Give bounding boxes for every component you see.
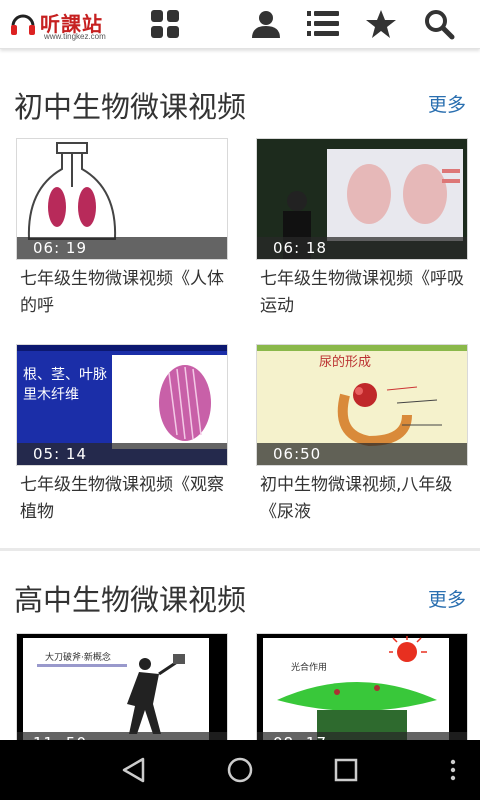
video-thumbnail[interactable]: 大刀破斧·新概念 11: 50 xyxy=(16,633,228,755)
video-thumbnail[interactable]: 06: 18 xyxy=(256,138,468,260)
back-icon[interactable] xyxy=(116,754,152,786)
duration-text: 06: 19 xyxy=(33,239,87,257)
user-icon[interactable] xyxy=(249,8,283,40)
video-thumbnail[interactable]: 光合作用 08: 17 xyxy=(256,633,468,755)
top-app-bar: 听課站 www.tingkez.com xyxy=(0,0,480,49)
duration-text: 05: 14 xyxy=(33,445,87,463)
section-junior-biology: 初中生物微课视频 更多 06: 19 七年级生物微课视频《人体的呼 06: 18… xyxy=(0,48,480,548)
slide-text-line: 根、茎、叶脉 xyxy=(23,367,107,383)
slide-label: 光合作用 xyxy=(291,663,328,673)
slide-text-line: 里木纤维 xyxy=(23,387,79,403)
duration-text: 06: 18 xyxy=(273,239,327,257)
video-thumbnail[interactable]: 06: 19 xyxy=(16,138,228,260)
recents-icon[interactable] xyxy=(328,754,364,786)
video-title[interactable]: 七年级生物微课视频《观察植物 xyxy=(20,472,226,526)
search-icon[interactable] xyxy=(422,8,456,40)
list-icon[interactable] xyxy=(306,8,340,40)
headphones-logo-icon xyxy=(11,14,35,35)
logo-url: www.tingkez.com xyxy=(44,32,106,41)
video-title[interactable]: 初中生物微课视频,八年级《尿液 xyxy=(260,472,466,526)
grid-icon[interactable] xyxy=(148,8,182,40)
more-link[interactable]: 更多 xyxy=(428,90,466,117)
slide-heading: 尿的形成 xyxy=(319,355,372,370)
home-icon[interactable] xyxy=(222,754,258,786)
video-thumbnail[interactable]: 尿的形成 06:50 xyxy=(256,344,468,466)
video-title[interactable]: 七年级生物微课视频《呼吸运动 xyxy=(260,266,466,320)
section-senior-biology: 高中生物微课视频 更多 大刀破斧·新概念 11: 50 xyxy=(0,551,480,755)
duration-badge: 06: 18 xyxy=(257,237,467,259)
app-logo[interactable]: 听課站 www.tingkez.com xyxy=(10,6,130,42)
section-title: 高中生物微课视频 xyxy=(14,583,247,617)
video-title[interactable]: 七年级生物微课视频《人体的呼 xyxy=(20,266,226,320)
more-link[interactable]: 更多 xyxy=(428,585,466,612)
duration-badge: 05: 14 xyxy=(17,443,227,465)
duration-text: 06:50 xyxy=(273,445,322,463)
duration-badge: 06:50 xyxy=(257,443,467,465)
video-thumbnail[interactable]: 根、茎、叶脉 里木纤维 05: 14 xyxy=(16,344,228,466)
star-icon[interactable] xyxy=(364,8,398,40)
system-navigation-bar xyxy=(0,740,480,800)
menu-icon[interactable] xyxy=(438,754,468,786)
duration-badge: 06: 19 xyxy=(17,237,227,259)
section-title: 初中生物微课视频 xyxy=(14,90,247,124)
slide-heading: 大刀破斧·新概念 xyxy=(45,653,111,663)
